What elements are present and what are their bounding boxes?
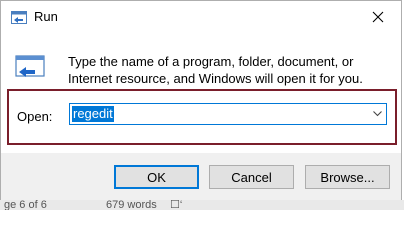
page-indicator: ge 6 of 6 <box>4 200 47 210</box>
word-count: 679 words <box>106 200 157 210</box>
open-combobox[interactable]: regedit <box>69 103 387 125</box>
run-large-icon <box>15 55 45 79</box>
ok-button[interactable]: OK <box>114 165 199 189</box>
background-status-bar: ge 6 of 6 679 words ☐‘ <box>0 200 404 210</box>
title-bar[interactable]: Run <box>1 1 401 33</box>
chevron-down-icon <box>372 111 382 117</box>
open-input[interactable]: regedit <box>72 106 114 122</box>
button-bar: OK Cancel Browse... <box>1 153 401 200</box>
browse-button[interactable]: Browse... <box>305 165 390 189</box>
cancel-button[interactable]: Cancel <box>209 165 294 189</box>
run-dialog: Run Type the name of a program, folder, … <box>0 0 402 200</box>
open-field-highlight: Open: regedit <box>7 89 397 145</box>
dropdown-button[interactable] <box>368 104 386 124</box>
close-button[interactable] <box>355 1 401 33</box>
close-icon <box>372 11 384 23</box>
run-icon <box>11 11 27 24</box>
window-title: Run <box>34 9 58 24</box>
instructions-text: Type the name of a program, folder, docu… <box>68 54 363 86</box>
status-extra: ☐‘ <box>170 200 183 210</box>
open-label: Open: <box>17 109 53 124</box>
